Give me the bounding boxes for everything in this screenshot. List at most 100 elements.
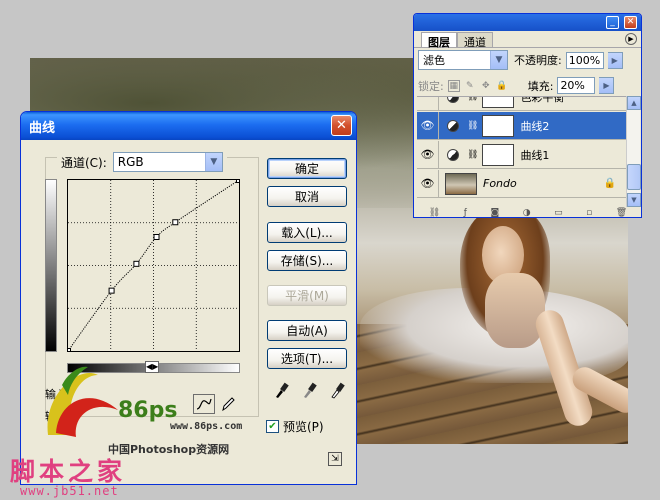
load-button[interactable]: 载入(L)... xyxy=(267,222,347,243)
dialog-titlebar[interactable]: 曲线 xyxy=(21,112,356,140)
auto-button[interactable]: 自动(A) xyxy=(267,320,347,341)
layers-bottom-bar: ⛓ ƒ ◙ ◑ ▭ ▫ 🗑 xyxy=(417,207,639,218)
layer-name: Fondo xyxy=(483,177,517,190)
layer-list: ⛓ 色彩平衡 👁 ⛓ 曲线2 👁 ⛓ 曲线1 👁 Fondo 🔒 xyxy=(417,96,626,207)
scrollbar-thumb[interactable] xyxy=(627,164,641,190)
curve-graph[interactable] xyxy=(67,179,240,352)
black-eyedropper-icon[interactable] xyxy=(273,381,289,399)
cancel-button[interactable]: 取消 xyxy=(267,186,347,207)
chevron-down-icon[interactable]: ▼ xyxy=(204,153,222,171)
new-group-icon[interactable]: ▭ xyxy=(554,208,563,218)
gradient-toggle-icon[interactable]: ◀▶ xyxy=(145,361,159,373)
fill-arrow-icon[interactable]: ▶ xyxy=(599,77,615,94)
minimize-icon[interactable]: _ xyxy=(606,16,619,29)
channel-label: 通道(C): xyxy=(61,155,107,170)
curve-control-point[interactable] xyxy=(108,287,115,294)
curve-control-point[interactable] xyxy=(68,348,71,352)
options-button[interactable]: 选项(T)... xyxy=(267,348,347,369)
lock-all-icon[interactable]: 🔒 xyxy=(496,80,508,92)
layer-mask-thumbnail[interactable] xyxy=(482,143,515,166)
layer-row-curves1[interactable]: 👁 ⛓ 曲线1 xyxy=(417,141,626,169)
close-icon[interactable]: ✕ xyxy=(624,16,637,29)
layers-panel: _ ✕ 图层 通道 ▶ 滤色 ▼ 不透明度: 100% ▶ 锁定: ▦ ✎ ✥ … xyxy=(413,13,642,218)
adjustment-layer-icon[interactable]: ◑ xyxy=(523,208,531,218)
curve-tool-icon[interactable] xyxy=(193,394,215,414)
link-icon[interactable]: ⛓ xyxy=(467,97,478,102)
pencil-icon[interactable] xyxy=(219,395,237,413)
ok-button[interactable]: 确定 xyxy=(267,158,347,179)
dialog-title: 曲线 xyxy=(29,120,56,136)
curve-control-point[interactable] xyxy=(236,180,240,183)
adjustment-layer-icon xyxy=(447,97,459,103)
add-mask-icon[interactable]: ◙ xyxy=(490,208,499,218)
channel-row: 通道(C): RGB ▼ xyxy=(57,152,227,172)
layer-row-color-balance[interactable]: ⛓ 色彩平衡 xyxy=(417,96,626,111)
opacity-label: 不透明度: xyxy=(514,54,562,67)
lock-icon: 🔒 xyxy=(603,178,616,189)
curve-control-point[interactable] xyxy=(153,234,160,240)
preview-checkbox[interactable]: ✔ xyxy=(266,420,279,433)
eye-icon[interactable]: 👁 xyxy=(417,112,439,139)
trash-icon[interactable]: 🗑 xyxy=(616,208,627,218)
lock-transparency-icon[interactable]: ▦ xyxy=(447,79,460,92)
save-button[interactable]: 存储(S)... xyxy=(267,250,347,271)
layer-list-scrollbar[interactable]: ▲ ▼ xyxy=(626,96,641,207)
curves-dialog: 曲线 ✕ 通道(C): RGB ▼ ◀▶ 输入 输出 确定 取消 载入(L)..… xyxy=(20,111,357,485)
preview-label: 预览(P) xyxy=(283,420,324,434)
new-layer-icon[interactable]: ▫ xyxy=(586,208,592,218)
lock-move-icon[interactable]: ✥ xyxy=(480,80,492,92)
eye-icon[interactable]: 👁 xyxy=(417,170,439,197)
link-layers-icon[interactable]: ⛓ xyxy=(429,208,440,218)
opacity-arrow-icon[interactable]: ▶ xyxy=(607,51,623,69)
eyedropper-group xyxy=(273,381,345,399)
blend-mode-value: 滤色 xyxy=(423,54,445,67)
tab-channels[interactable]: 通道 xyxy=(457,32,493,49)
lock-row: 锁定: ▦ ✎ ✥ 🔒 填充: 20% ▶ xyxy=(418,77,615,94)
preview-row[interactable]: ✔ 预览(P) xyxy=(266,418,324,435)
gray-eyedropper-icon[interactable] xyxy=(301,381,317,399)
layer-style-icon[interactable]: ƒ xyxy=(464,208,467,218)
fill-label: 填充: xyxy=(527,79,554,93)
smooth-button[interactable]: 平滑(M) xyxy=(267,285,347,306)
layer-row-fondo[interactable]: 👁 Fondo 🔒 xyxy=(417,170,626,198)
expand-icon[interactable]: ⇲ xyxy=(328,452,342,466)
jb51-watermark-url: www.jb51.net xyxy=(20,484,119,498)
chevron-down-icon[interactable]: ▼ xyxy=(490,51,507,69)
adjustment-layer-icon xyxy=(447,148,459,161)
curve-control-point[interactable] xyxy=(133,260,140,267)
fill-field[interactable]: 20% xyxy=(557,77,596,94)
layer-thumbnail[interactable] xyxy=(445,172,477,195)
output-gradient-bar xyxy=(45,179,57,352)
layer-name: 曲线2 xyxy=(520,119,550,133)
curve-svg[interactable] xyxy=(68,180,239,351)
input-label: 输入 xyxy=(45,388,67,401)
scroll-down-icon[interactable]: ▼ xyxy=(627,193,641,207)
layer-mask-thumbnail[interactable] xyxy=(482,97,515,108)
link-icon[interactable]: ⛓ xyxy=(467,121,478,131)
tab-layers[interactable]: 图层 xyxy=(421,32,457,49)
opacity-field[interactable]: 100% xyxy=(565,51,604,69)
layers-panel-titlebar[interactable]: _ ✕ xyxy=(414,14,641,31)
layer-mask-thumbnail[interactable] xyxy=(482,114,515,137)
panel-menu-icon[interactable]: ▶ xyxy=(625,33,637,45)
layer-name: 曲线1 xyxy=(520,148,550,162)
layer-name: 色彩平衡 xyxy=(520,96,565,104)
link-icon[interactable]: ⛓ xyxy=(467,150,478,160)
jb51-watermark-title: 脚本之家 xyxy=(10,457,127,486)
channel-value: RGB xyxy=(117,155,144,169)
scroll-up-icon[interactable]: ▲ xyxy=(627,96,641,110)
lock-brush-icon[interactable]: ✎ xyxy=(464,80,476,92)
blend-row: 滤色 ▼ 不透明度: 100% ▶ xyxy=(418,50,623,70)
eye-icon[interactable]: 👁 xyxy=(417,141,439,168)
layer-row-curves2[interactable]: 👁 ⛓ 曲线2 xyxy=(417,112,626,140)
close-icon[interactable]: ✕ xyxy=(331,115,352,136)
lock-label: 锁定: xyxy=(418,79,444,93)
white-eyedropper-icon[interactable] xyxy=(329,381,345,399)
adjustment-layer-icon xyxy=(447,119,459,132)
visibility-toggle[interactable] xyxy=(417,97,439,110)
blend-mode-select[interactable]: 滤色 ▼ xyxy=(418,50,508,70)
panel-tabs: 图层 通道 ▶ xyxy=(414,31,641,49)
curve-line xyxy=(68,180,239,351)
curve-control-point[interactable] xyxy=(172,219,179,226)
channel-select[interactable]: RGB ▼ xyxy=(112,152,223,172)
